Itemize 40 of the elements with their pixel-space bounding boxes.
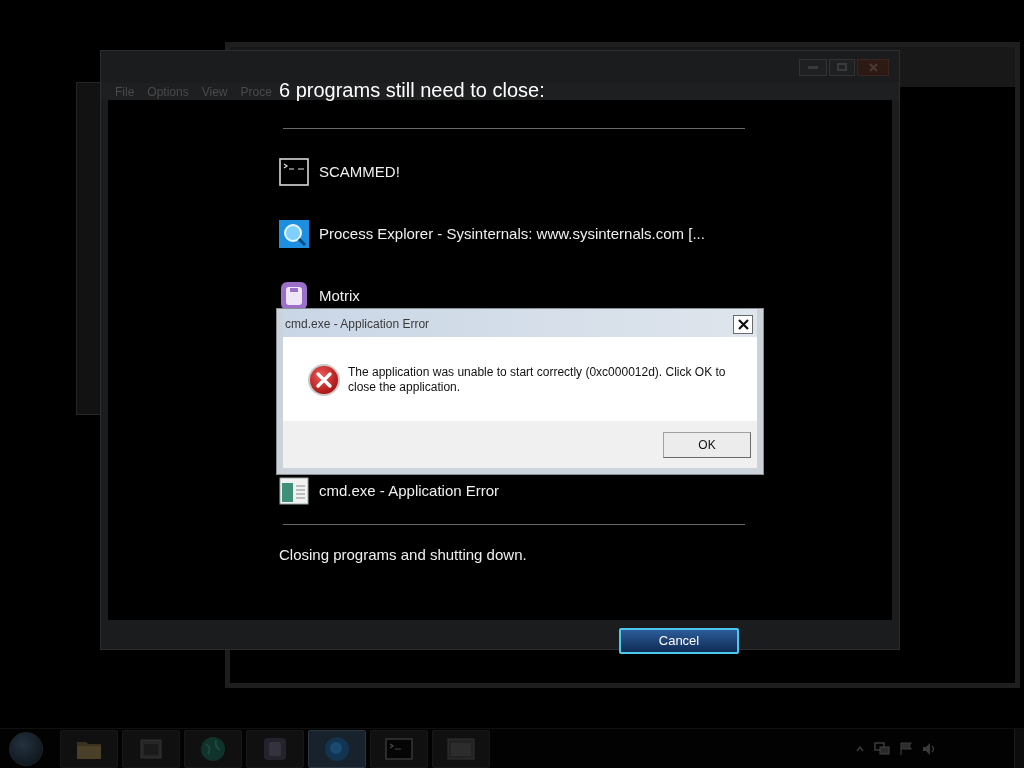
speaker-icon[interactable]	[922, 741, 936, 756]
minimize-button[interactable]	[799, 58, 827, 76]
taskbar-button[interactable]	[246, 729, 304, 768]
app-tile-icon	[263, 736, 287, 761]
taskbar-button[interactable]	[60, 729, 118, 768]
app-tile-icon	[279, 282, 309, 310]
program-name: cmd.exe - Application Error	[319, 481, 500, 501]
flag-icon[interactable]	[900, 741, 912, 756]
taskbar-button[interactable]	[432, 729, 490, 768]
taskbar-button[interactable]	[370, 729, 428, 768]
window-icon	[140, 738, 162, 759]
program-name: Process Explorer - Sysinternals: www.sysinternals.com [...	[319, 224, 705, 244]
console-window-icon	[385, 737, 413, 760]
console-window-icon	[279, 158, 309, 186]
window-icon	[447, 737, 475, 760]
close-button[interactable]	[733, 314, 753, 334]
program-name: Motrix	[319, 286, 360, 306]
magnifier-icon	[324, 735, 350, 762]
program-name: SCAMMED!	[319, 162, 400, 182]
taskbar-button[interactable]	[308, 729, 366, 768]
start-button[interactable]	[9, 731, 43, 766]
taskbar-button[interactable]	[184, 729, 242, 768]
maximize-button[interactable]	[829, 58, 855, 76]
window-thumbnail-icon	[279, 477, 309, 505]
chevron-up-icon[interactable]	[856, 745, 864, 752]
magnifier-icon	[279, 220, 309, 248]
shutdown-heading: 6 programs still need to close:	[279, 78, 546, 103]
ok-button[interactable]: OK	[663, 431, 751, 458]
error-message: The application was unable to start correctly (0xc000012d). Click OK to close the application.	[348, 364, 727, 395]
cancel-button[interactable]: Cancel	[619, 628, 739, 654]
taskbar-button[interactable]	[122, 729, 180, 768]
dialog-title: cmd.exe - Application Error	[285, 316, 430, 333]
close-icon	[868, 62, 878, 72]
close-icon	[737, 318, 749, 330]
network-icon[interactable]	[874, 741, 890, 756]
status-text: Closing programs and shutting down.	[279, 545, 528, 565]
globe-icon	[200, 735, 226, 762]
show-desktop-button[interactable]	[1014, 728, 1024, 768]
error-icon	[307, 363, 341, 397]
maximize-icon	[837, 63, 847, 71]
